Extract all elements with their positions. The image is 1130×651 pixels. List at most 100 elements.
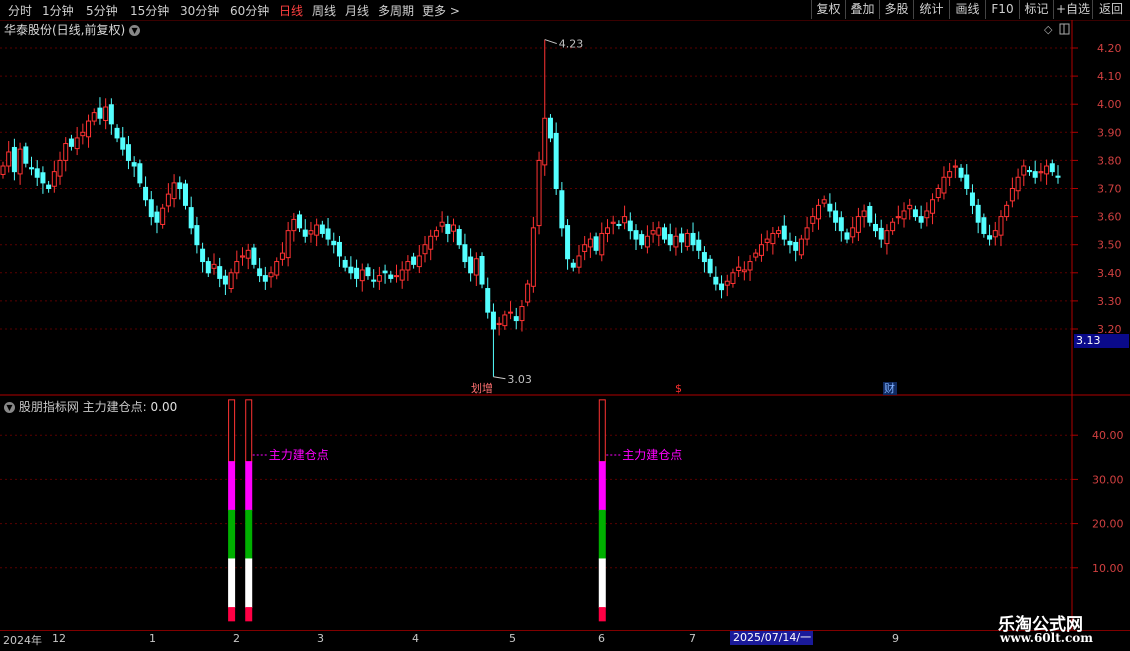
event-marker-transfer: 划增: [471, 381, 493, 395]
candle-body: [633, 230, 639, 240]
candle-body: [217, 266, 223, 279]
candle-body: [1026, 170, 1032, 173]
candle-body: [770, 232, 776, 245]
signal-bar-segment: [228, 461, 236, 511]
candle-body: [1021, 165, 1027, 176]
candle-body: [656, 227, 662, 236]
candle-body: [736, 266, 742, 272]
candle-body: [964, 174, 970, 189]
candle-body: [850, 227, 856, 238]
candle-body: [51, 171, 57, 187]
candle-body: [359, 269, 365, 282]
candle-body: [371, 279, 377, 282]
candle-body: [679, 233, 685, 243]
candle-body: [143, 186, 149, 201]
candle-body: [97, 107, 103, 119]
candle-body: [234, 261, 240, 274]
candle-body: [490, 311, 496, 330]
candle-body: [650, 230, 656, 235]
candle-body: [279, 252, 285, 260]
low-price-label: 3.03: [507, 373, 532, 386]
indicator-tick-label: 30.00: [1092, 473, 1124, 486]
candle-body: [947, 171, 953, 178]
candle-body: [753, 252, 759, 258]
candle-body: [622, 216, 628, 224]
candle-body: [987, 235, 993, 240]
low-pointer: [493, 376, 506, 380]
date-axis: [0, 630, 1130, 651]
candle-body: [895, 216, 901, 219]
candle-body: [969, 192, 975, 206]
candle-body: [570, 262, 576, 268]
candle-body: [34, 168, 40, 178]
candle-body: [719, 283, 725, 291]
candle-body: [610, 221, 616, 224]
candle-body: [46, 184, 52, 190]
candle-body: [701, 252, 707, 263]
candle-body: [1055, 175, 1061, 178]
candle-body: [696, 239, 702, 251]
candle-body: [827, 203, 833, 212]
candle-body: [1049, 163, 1055, 173]
candle-body: [508, 311, 514, 314]
candle-body: [268, 272, 274, 278]
candle-body: [536, 159, 542, 227]
candle-body: [525, 283, 531, 303]
candle-body: [40, 172, 46, 184]
candle-body: [433, 230, 439, 237]
price-tick-label: 3.40: [1097, 267, 1122, 280]
price-tick-label: 4.00: [1097, 98, 1122, 111]
candle-body: [662, 227, 668, 240]
candle-body: [131, 162, 137, 167]
chevron-down-icon[interactable]: ▼: [4, 402, 15, 413]
signal-bar-segment: [245, 558, 253, 609]
candle-body: [758, 244, 764, 256]
candle-body: [274, 261, 280, 276]
candlestick-chart[interactable]: 主力建仓点 主力建仓点 4.20 4.10 4.00 3.90 3.80 3.70 3.60 3…: [0, 0, 1130, 650]
candle-body: [473, 258, 479, 276]
indicator-title[interactable]: ▼ 股朋指标网 主力建仓点: 0.00: [4, 398, 177, 415]
watermark-url: www.60lt.com: [1000, 631, 1093, 645]
candle-body: [1015, 176, 1021, 192]
candle-body: [1004, 204, 1010, 218]
candle-body: [445, 223, 451, 234]
candle-body: [781, 225, 787, 240]
candle-body: [114, 127, 120, 139]
candle-body: [325, 228, 331, 240]
candle-body: [935, 188, 941, 198]
signal-label: 主力建仓点: [622, 448, 682, 462]
candle-body: [844, 232, 850, 240]
date-label-12: 12: [52, 632, 66, 645]
candle-body: [798, 238, 804, 256]
candle-body: [314, 224, 320, 236]
date-label-7: 7: [689, 632, 696, 645]
candle-body: [479, 256, 485, 285]
candle-body: [873, 223, 879, 232]
candle-body: [86, 120, 92, 138]
candle-body: [707, 258, 713, 274]
candle-body: [342, 259, 348, 268]
indicator-value: 0.00: [150, 400, 178, 414]
candle-body: [251, 247, 257, 265]
candle-body: [912, 209, 918, 218]
current-price-label: 3.13: [1074, 334, 1129, 348]
price-tick-label: 3.70: [1097, 183, 1122, 196]
candle-body: [439, 221, 445, 227]
candle-body: [23, 146, 29, 164]
signal-bar-segment: [598, 399, 606, 463]
date-label-5: 5: [509, 632, 516, 645]
candle-body: [462, 244, 468, 263]
candle-body: [713, 276, 719, 285]
candle-body: [331, 240, 337, 246]
candle-body: [200, 248, 206, 263]
candle-body: [690, 232, 696, 246]
candle-body: [861, 210, 867, 218]
candle-body: [211, 263, 217, 269]
candle-body: [17, 148, 23, 175]
candle-body: [91, 112, 97, 122]
date-label-9: 9: [892, 632, 899, 645]
candle-body: [308, 230, 314, 235]
candle-body: [1009, 188, 1015, 202]
candle-body: [11, 146, 17, 173]
price-tick-label: 3.60: [1097, 211, 1122, 224]
